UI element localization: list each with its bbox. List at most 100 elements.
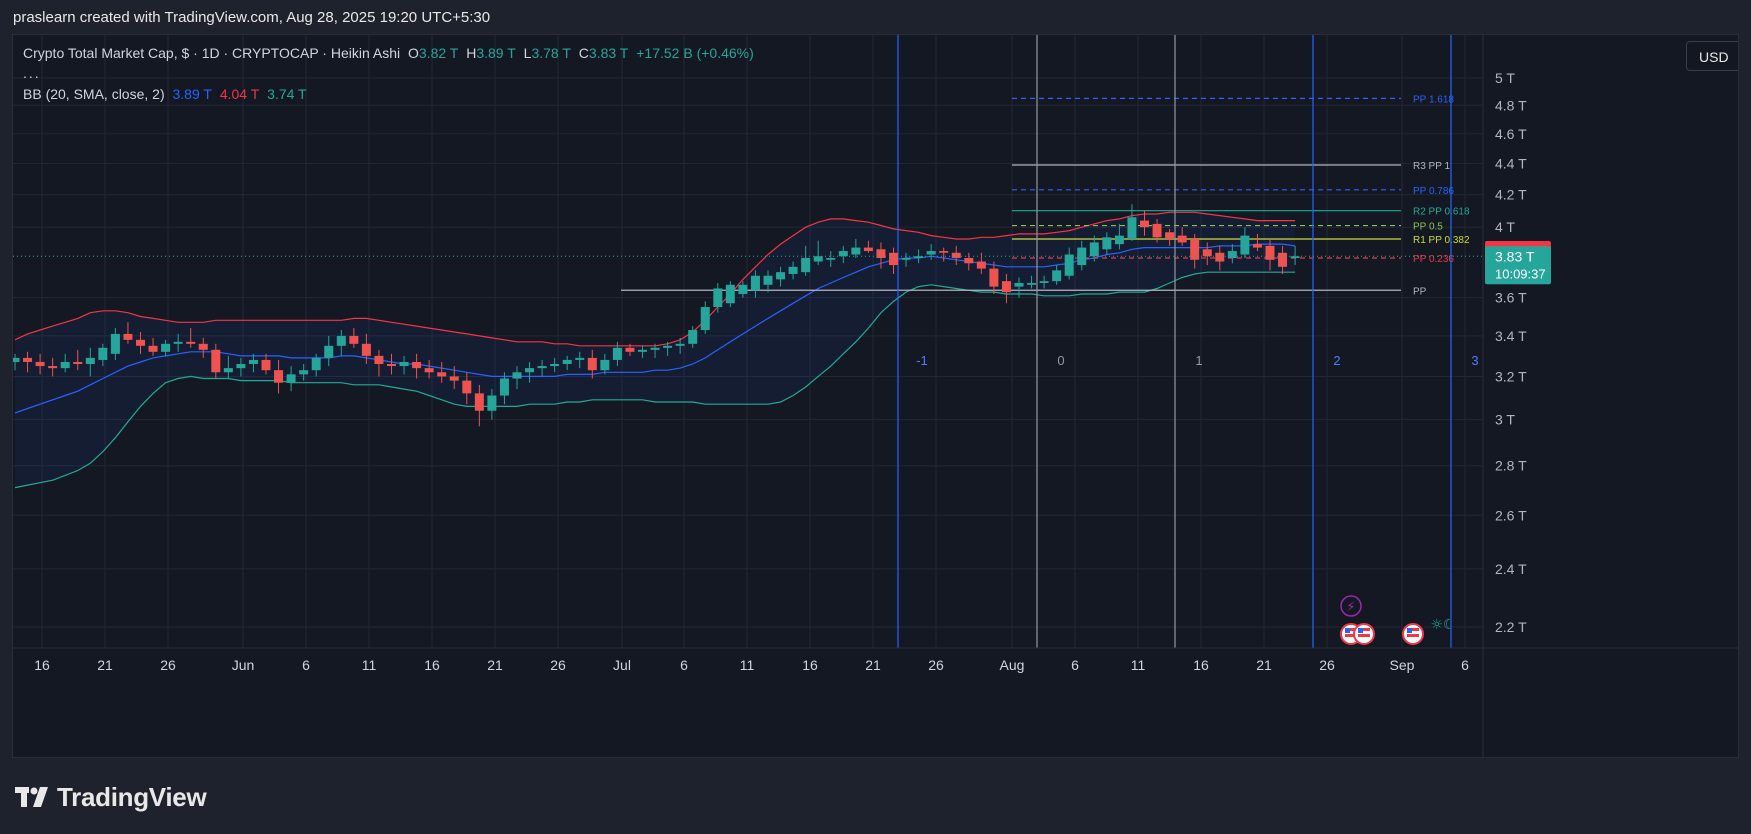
candle-body [211, 349, 221, 373]
candle-body [248, 359, 258, 365]
candle-body [374, 355, 384, 365]
candle-body [449, 376, 459, 381]
candle-body [537, 366, 547, 369]
candle-body [788, 266, 798, 274]
candle-body [951, 252, 961, 259]
symbol-description[interactable]: Crypto Total Market Cap, $ · 1D · CRYPTO… [23, 45, 400, 61]
y-tick-label: 4.2 T [1495, 187, 1527, 203]
candle-body [198, 343, 208, 350]
candle-body [1152, 223, 1162, 238]
candle-body [763, 275, 773, 285]
candle-body [336, 335, 346, 346]
candle-body [274, 370, 284, 383]
us-flag-canton-icon [1358, 628, 1363, 633]
candle-body [60, 361, 70, 369]
pivot-label: PP 0.5 [1413, 222, 1443, 233]
change-value: +17.52 B (+0.46%) [636, 45, 754, 61]
candle-body [399, 361, 409, 367]
x-tick-label: 11 [362, 657, 377, 673]
candle-body [1064, 254, 1074, 276]
us-flag-canton-icon [1345, 628, 1350, 633]
price-badge-current-text: 3.83 T [1495, 248, 1535, 264]
chart-panel[interactable]: PP 1.618 R3 PP 1 PP 0.786 R2 PP 0.618 PP 0.5… [12, 34, 1739, 758]
candle-body [1227, 251, 1237, 259]
candle-body [989, 268, 999, 287]
candle-body [1001, 281, 1011, 293]
lightning-icon-glyph: ⚡ [1346, 600, 1355, 615]
more-options-button[interactable]: ... [23, 65, 41, 81]
candle-body [663, 345, 673, 348]
candle-body [750, 275, 760, 291]
bb-legend[interactable]: BB (20, SMA, close, 2) 3.89 T 4.04 T 3.7… [23, 86, 311, 102]
candle-body [98, 347, 108, 360]
candle-body [1014, 282, 1024, 287]
candle-body [1114, 235, 1124, 245]
y-tick-label: 3.4 T [1495, 328, 1527, 344]
candle-body [286, 374, 296, 383]
y-tick-label: 2.6 T [1495, 507, 1527, 523]
axes: 5 T 4.8 T 4.6 T 4.4 T 4.2 T 4 T 3.6 T 3.4 T 3.2 … [13, 35, 1738, 757]
x-tick-label: 26 [928, 657, 944, 673]
candle-body [1165, 232, 1175, 240]
brand-name: TradingView [57, 781, 207, 812]
candle-body [1265, 245, 1275, 260]
pivot-label: PP 0.236 [1413, 254, 1454, 265]
candle-body [487, 395, 497, 411]
bb-upper-value: 4.04 T [219, 86, 260, 102]
candle-body [776, 272, 786, 280]
candlestick-chart[interactable]: PP 1.618 R3 PP 1 PP 0.786 R2 PP 0.618 PP 0.5… [13, 35, 1739, 758]
x-tick-label: 16 [34, 657, 50, 673]
candle-body [148, 345, 158, 352]
event-icons: ⚡ ☼☾ [1340, 595, 1456, 645]
candle-body [161, 343, 171, 352]
currency-select[interactable]: USD [1686, 41, 1738, 71]
candle-body [512, 372, 522, 379]
y-tick-label: 3.2 T [1495, 368, 1527, 384]
y-tick-label: 4.8 T [1495, 97, 1527, 113]
countdown-timer-text: 10:09:37 [1495, 266, 1546, 281]
y-tick-label: 5 T [1495, 70, 1515, 86]
pivot-label: PP [1413, 286, 1427, 297]
candle-body [1140, 220, 1149, 228]
y-tick-label: 4 T [1495, 219, 1515, 235]
x-tick-label: 16 [802, 657, 818, 673]
x-tick-label: 26 [1319, 657, 1335, 673]
open-label: O [408, 45, 419, 61]
candle-body [23, 357, 33, 362]
candle-body [901, 258, 911, 260]
sun-moon-icon: ☼☾ [1430, 617, 1455, 633]
x-tick-label: 21 [1256, 657, 1272, 673]
candle-body [1089, 242, 1099, 257]
bb-indicator-label[interactable]: BB (20, SMA, close, 2) [23, 86, 165, 102]
candle-body [1202, 249, 1212, 257]
y-tick-label: 3 T [1495, 412, 1515, 428]
pivot-label: R1 PP 0.382 [1413, 235, 1470, 246]
y-tick-label: 4.6 T [1495, 126, 1527, 142]
candle-body [738, 284, 748, 294]
open-value: 3.82 T [418, 45, 459, 61]
x-tick-label: 6 [1461, 657, 1469, 673]
candle-body [136, 339, 145, 346]
cycle-label: 2 [1333, 353, 1340, 368]
x-tick-label: 21 [865, 657, 881, 673]
candle-body [525, 368, 535, 373]
candle-body [650, 347, 660, 350]
candle-body [1052, 270, 1062, 282]
us-flag-stripe-icon [1407, 634, 1419, 637]
candle-body [889, 252, 898, 266]
chart-attribution: praslearn created with TradingView.com, … [13, 9, 491, 26]
y-tick-label: 3.6 T [1495, 290, 1527, 306]
symbol-legend[interactable]: Crypto Total Market Cap, $ · 1D · CRYPTO… [23, 45, 758, 61]
candle-body [349, 335, 359, 344]
candle-body [223, 368, 233, 373]
candle-body [1290, 256, 1300, 259]
us-flag-stripe-icon [1358, 634, 1370, 637]
candle-body [826, 258, 836, 260]
candle-body [35, 361, 45, 367]
candle-body [173, 341, 183, 344]
candle-body [575, 357, 585, 360]
cycle-label: 1 [1195, 353, 1202, 368]
candle-body [713, 288, 723, 308]
candle-body [13, 357, 20, 362]
candle-body [186, 341, 196, 344]
